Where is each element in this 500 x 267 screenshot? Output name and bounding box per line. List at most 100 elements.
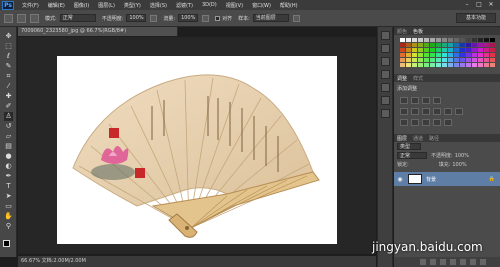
layer-style-icon[interactable] xyxy=(430,259,436,265)
swatch-chip[interactable] xyxy=(478,58,483,62)
swatch-chip[interactable] xyxy=(484,53,489,57)
exposure-icon[interactable] xyxy=(433,97,441,104)
swatch-chip[interactable] xyxy=(466,38,471,42)
swatch-chip[interactable] xyxy=(484,48,489,52)
invert-icon[interactable] xyxy=(400,119,408,126)
brush-icon[interactable]: ✐ xyxy=(4,102,13,111)
tab-styles[interactable]: 样式 xyxy=(413,75,423,82)
menu-window[interactable]: 窗口(W) xyxy=(252,2,271,9)
swatch-chip[interactable] xyxy=(484,58,489,62)
fill-value[interactable]: 100% xyxy=(452,162,466,168)
swatch-chip[interactable] xyxy=(478,38,483,42)
swatch-chip[interactable] xyxy=(406,38,411,42)
menu-image[interactable]: 图像(I) xyxy=(74,2,89,9)
minimize-button[interactable]: – xyxy=(462,1,472,9)
black-white-icon[interactable] xyxy=(433,108,441,115)
swatch-chip[interactable] xyxy=(430,58,435,62)
swatch-chip[interactable] xyxy=(478,63,483,67)
swatch-chip[interactable] xyxy=(400,38,405,42)
swatch-chip[interactable] xyxy=(424,53,429,57)
swatch-chip[interactable] xyxy=(430,38,435,42)
swatch-chip[interactable] xyxy=(430,63,435,67)
pressure-opacity-icon[interactable] xyxy=(150,14,158,22)
healing-icon[interactable]: ✚ xyxy=(4,92,13,101)
swatch-chip[interactable] xyxy=(424,58,429,62)
swatch-chip[interactable] xyxy=(430,43,435,47)
color-balance-icon[interactable] xyxy=(422,108,430,115)
swatch-chip[interactable] xyxy=(472,63,477,67)
foreground-color[interactable] xyxy=(3,240,10,247)
close-button[interactable]: ✕ xyxy=(486,1,496,9)
align-checkbox[interactable] xyxy=(215,15,221,21)
swatch-chip[interactable] xyxy=(472,53,477,57)
sample-dropdown[interactable]: 当前图层 xyxy=(252,14,289,22)
swatch-chip[interactable] xyxy=(436,38,441,42)
swatch-chip[interactable] xyxy=(436,63,441,67)
swatch-chip[interactable] xyxy=(490,43,495,47)
properties-panel-icon[interactable] xyxy=(381,57,390,66)
swatch-chip[interactable] xyxy=(400,43,405,47)
menu-filter[interactable]: 滤镜(T) xyxy=(176,2,193,9)
quick-select-icon[interactable]: ✎ xyxy=(4,62,13,71)
vibrance-icon[interactable] xyxy=(400,108,408,115)
clone-source-icon[interactable] xyxy=(30,13,39,23)
swatch-chip[interactable] xyxy=(412,43,417,47)
link-layers-icon[interactable] xyxy=(420,259,426,265)
swatch-chip[interactable] xyxy=(418,63,423,67)
channel-mixer-icon[interactable] xyxy=(455,108,463,115)
swatch-chip[interactable] xyxy=(400,48,405,52)
swatch-chip[interactable] xyxy=(460,48,465,52)
swatch-chip[interactable] xyxy=(442,58,447,62)
tab-adjustments[interactable]: 调整 xyxy=(397,75,407,82)
swatch-chip[interactable] xyxy=(454,38,459,42)
menu-file[interactable]: 文件(F) xyxy=(22,2,39,9)
brush-preset-icon[interactable] xyxy=(17,13,26,23)
swatch-chip[interactable] xyxy=(478,48,483,52)
menu-view[interactable]: 视图(V) xyxy=(226,2,243,9)
history-brush-icon[interactable]: ↺ xyxy=(4,122,13,131)
actions-panel-icon[interactable] xyxy=(381,44,390,53)
swatch-chip[interactable] xyxy=(472,43,477,47)
swatch-chip[interactable] xyxy=(490,48,495,52)
swatch-chip[interactable] xyxy=(442,48,447,52)
type-icon[interactable]: T xyxy=(4,182,13,191)
swatch-chip[interactable] xyxy=(430,53,435,57)
tab-paths[interactable]: 路径 xyxy=(429,135,439,142)
gradient-map-icon[interactable] xyxy=(433,119,441,126)
path-select-icon[interactable]: ➤ xyxy=(4,192,13,201)
swatch-chip[interactable] xyxy=(412,58,417,62)
swatch-chip[interactable] xyxy=(466,63,471,67)
clone-source-panel-icon[interactable] xyxy=(381,83,390,92)
zoom-icon[interactable]: ⚲ xyxy=(4,222,13,231)
swatch-chip[interactable] xyxy=(418,48,423,52)
layer-row-background[interactable]: ◉ 背景 🔒 xyxy=(394,172,500,186)
swatch-chip[interactable] xyxy=(418,53,423,57)
maximize-button[interactable]: □ xyxy=(474,1,484,9)
menu-help[interactable]: 帮助(H) xyxy=(280,2,298,9)
hand-icon[interactable]: ✋ xyxy=(4,212,13,221)
swatch-chip[interactable] xyxy=(454,63,459,67)
tab-channels[interactable]: 通道 xyxy=(413,135,423,142)
move-icon[interactable]: ✥ xyxy=(4,32,13,41)
swatch-chip[interactable] xyxy=(448,48,453,52)
swatch-chip[interactable] xyxy=(406,48,411,52)
swatch-chip[interactable] xyxy=(412,38,417,42)
swatch-chip[interactable] xyxy=(424,38,429,42)
mode-dropdown[interactable]: 正常 xyxy=(59,14,96,22)
swatch-chip[interactable] xyxy=(406,53,411,57)
menu-3d[interactable]: 3D(D) xyxy=(202,2,217,9)
swatch-chip[interactable] xyxy=(466,53,471,57)
curves-icon[interactable] xyxy=(422,97,430,104)
dodge-icon[interactable]: ◐ xyxy=(4,162,13,171)
photo-filter-icon[interactable] xyxy=(444,108,452,115)
eraser-icon[interactable]: ▱ xyxy=(4,132,13,141)
swatch-chip[interactable] xyxy=(478,53,483,57)
swatch-chip[interactable] xyxy=(406,63,411,67)
swatch-chip[interactable] xyxy=(454,58,459,62)
layer-opacity-value[interactable]: 100% xyxy=(455,153,469,159)
swatch-chip[interactable] xyxy=(430,48,435,52)
swatch-chip[interactable] xyxy=(400,63,405,67)
tab-layers[interactable]: 图层 xyxy=(397,135,407,142)
blend-mode-dropdown[interactable]: 正常 xyxy=(397,152,427,159)
blur-icon[interactable]: ● xyxy=(4,152,13,161)
